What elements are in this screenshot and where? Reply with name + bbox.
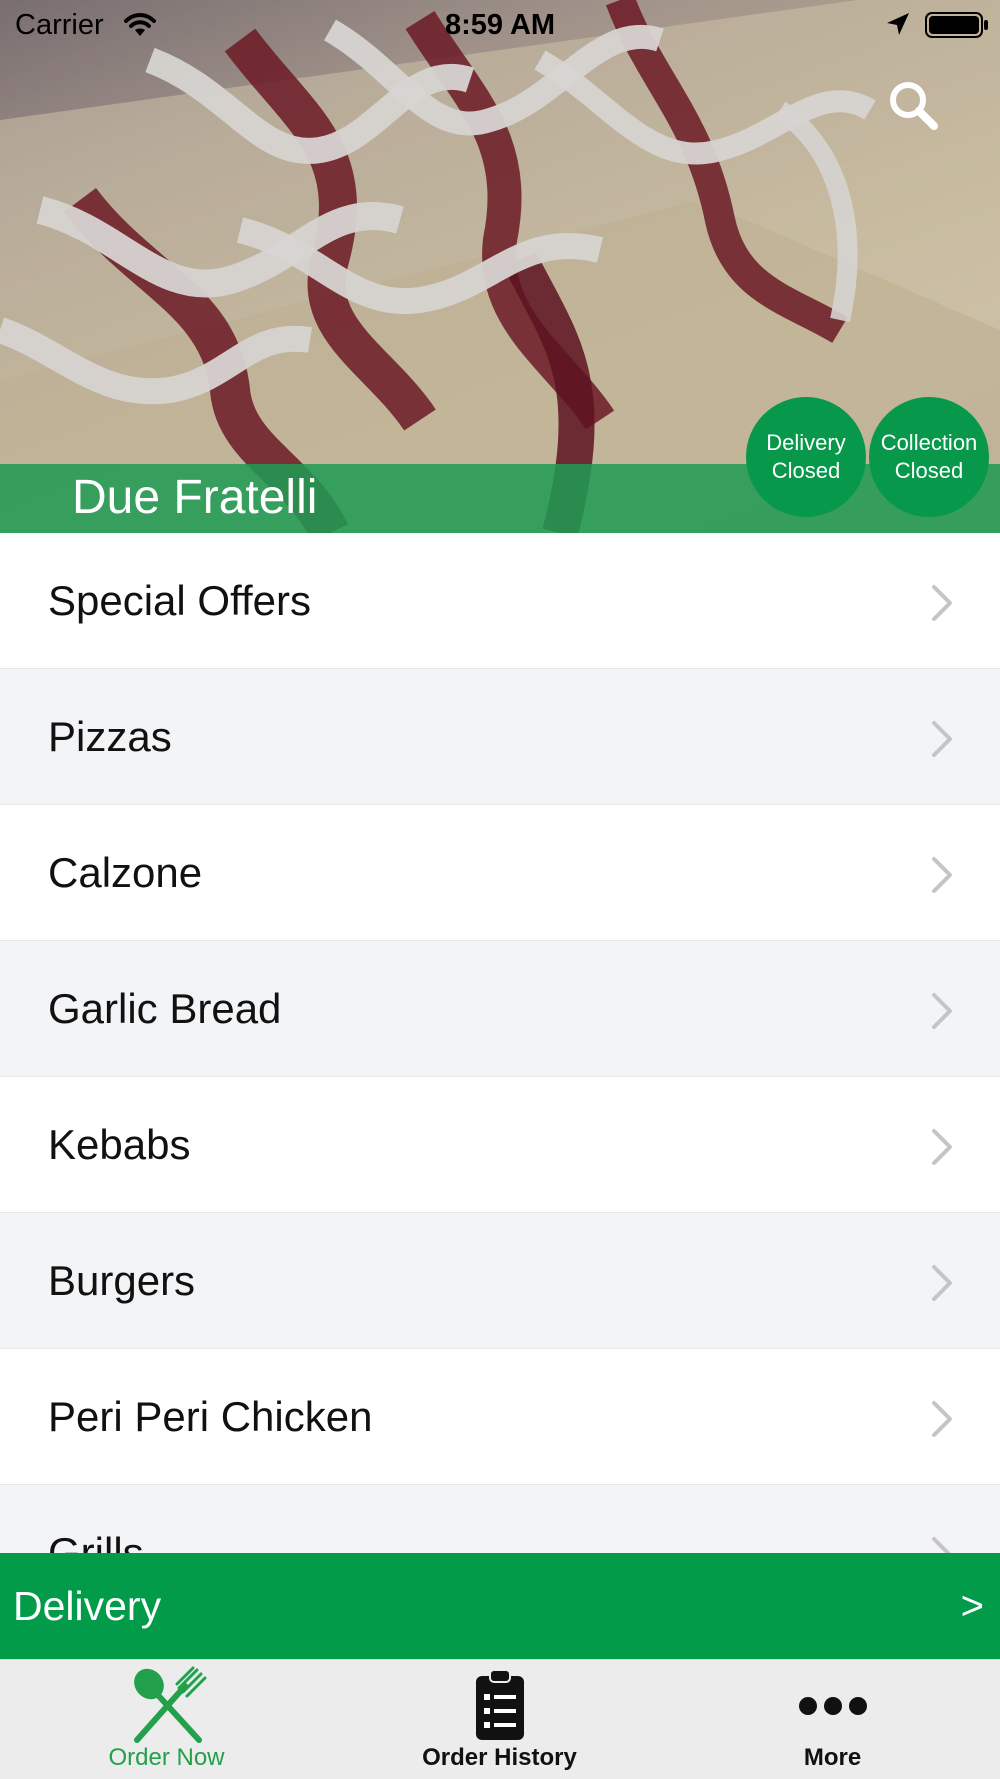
menu-item-pizzas[interactable]: Pizzas [0, 669, 1000, 805]
fork-knife-icon [0, 1666, 333, 1749]
menu-item-label: Pizzas [48, 713, 172, 760]
hero-banner: Carrier 8:59 AM Due Fratelli Delivery Cl… [0, 0, 1000, 533]
menu-item-calzone[interactable]: Calzone [0, 805, 1000, 941]
clock-label: 8:59 AM [444, 9, 556, 41]
menu-item-kebabs[interactable]: Kebabs [0, 1077, 1000, 1213]
chevron-right-icon [930, 991, 954, 1036]
menu-item-label: Grills [48, 1529, 144, 1553]
chevron-right-icon [930, 719, 954, 764]
location-arrow-icon [885, 11, 911, 45]
menu-item-label: Peri Peri Chicken [48, 1393, 373, 1440]
badge-collection-line1: Collection [880, 430, 978, 455]
restaurant-name: Due Fratelli [72, 471, 318, 524]
delivery-status-badge: Delivery Closed [746, 397, 866, 517]
menu-item-label: Special Offers [48, 577, 312, 624]
menu-item-label: Burgers [48, 1257, 196, 1304]
menu-item-peri-peri-chicken[interactable]: Peri Peri Chicken [0, 1349, 1000, 1485]
menu-item-grills[interactable]: Grills [0, 1485, 1000, 1553]
chevron-right-icon [930, 1399, 954, 1444]
collection-status-badge: Collection Closed [869, 397, 989, 517]
badge-delivery-line1: Delivery [766, 430, 846, 455]
battery-icon [925, 12, 989, 46]
clipboard-list-icon [333, 1666, 666, 1749]
menu-item-burgers[interactable]: Burgers [0, 1213, 1000, 1349]
tab-order-now[interactable]: Order Now [0, 1660, 333, 1779]
tab-more-label: More [803, 1744, 862, 1771]
tab-bar: Order Now Order History More [0, 1659, 1000, 1779]
status-bar: Carrier 8:59 AM [0, 0, 1000, 50]
tab-order-history-label: Order History [422, 1744, 577, 1771]
delivery-mode-label: Delivery [13, 1583, 162, 1629]
menu-item-label: Kebabs [48, 1121, 191, 1168]
menu-item-garlic-bread[interactable]: Garlic Bread [0, 941, 1000, 1077]
delivery-arrow: > [960, 1584, 984, 1628]
tab-more[interactable]: More [666, 1660, 999, 1779]
menu-item-special-offers[interactable]: Special Offers [0, 533, 1000, 669]
delivery-mode-bar[interactable]: Delivery > [0, 1553, 1000, 1659]
badge-delivery-line2: Closed [771, 458, 841, 483]
tab-order-now-label: Order Now [108, 1744, 225, 1771]
badge-collection-line2: Closed [894, 458, 964, 483]
menu-item-label: Garlic Bread [48, 985, 282, 1032]
chevron-right-icon [930, 583, 954, 628]
menu-category-list[interactable]: Special Offers Pizzas Calzone Garlic Bre… [0, 533, 1000, 1553]
more-dots-icon [666, 1666, 999, 1749]
menu-item-label: Calzone [48, 849, 203, 896]
tab-order-history[interactable]: Order History [333, 1660, 666, 1779]
chevron-right-icon [930, 855, 954, 900]
chevron-right-icon [930, 1535, 954, 1553]
search-icon[interactable] [884, 76, 944, 136]
chevron-right-icon [930, 1127, 954, 1172]
chevron-right-icon [930, 1263, 954, 1308]
